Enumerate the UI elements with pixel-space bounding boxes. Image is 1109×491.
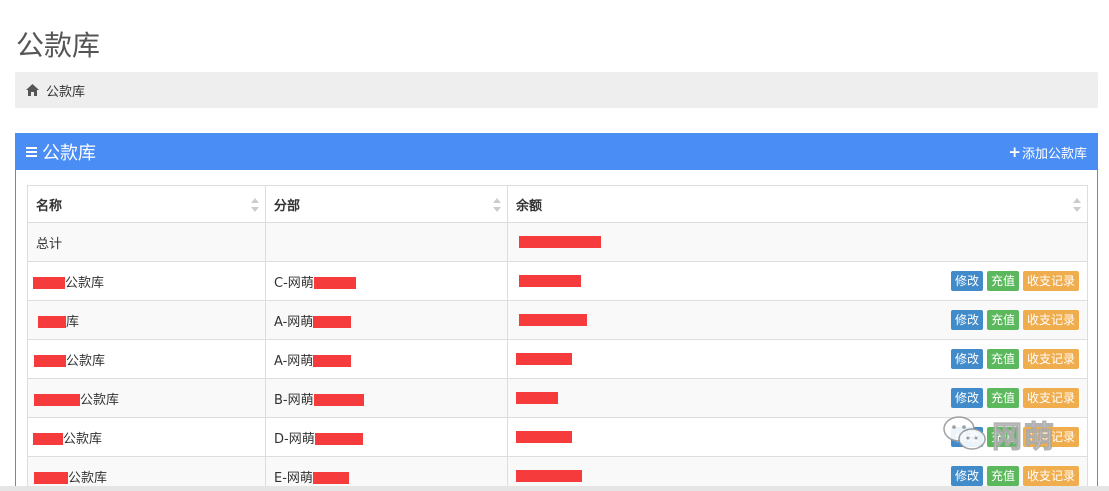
redaction	[519, 236, 601, 248]
redaction	[314, 433, 363, 445]
fund-name: 库	[27, 300, 266, 340]
menu-icon	[26, 147, 37, 157]
add-public-fund-label: 添加公款库	[1021, 146, 1087, 162]
fund-branch: B-网萌	[265, 378, 508, 418]
table-row-total: 总计	[27, 222, 1088, 262]
record-button[interactable]: 收支记录	[1022, 466, 1079, 486]
table-row: 公款库 C-网萌 修改 充值 收支记录	[27, 261, 1088, 301]
record-button[interactable]: 收支记录	[1022, 388, 1079, 408]
fund-branch: A-网萌	[265, 300, 508, 340]
fund-branch: A-网萌	[265, 339, 508, 379]
panel-title-text: 公款库	[42, 143, 96, 164]
redaction	[516, 392, 558, 404]
record-button[interactable]: 收支记录	[1022, 349, 1079, 369]
public-fund-panel: 公款库 + 添加公款库 名称 分部 余额 总计 公款库 C-网萌 修改 充值 收…	[15, 133, 1098, 491]
add-public-fund-button[interactable]: + 添加公款库	[1008, 143, 1087, 162]
table-header-row: 名称 分部 余额	[27, 185, 1088, 223]
column-header-name[interactable]: 名称	[27, 185, 266, 223]
edit-button[interactable]: 修改	[950, 349, 983, 369]
table-row: 公款库 D-网萌 修改充值收支记录	[27, 417, 1088, 457]
redaction	[313, 316, 352, 328]
redaction	[33, 433, 63, 445]
sort-icon	[1073, 198, 1081, 212]
redaction	[38, 316, 66, 328]
redaction	[313, 277, 356, 289]
wechat-icon	[943, 416, 986, 450]
redaction	[34, 394, 80, 406]
charge-button[interactable]: 充值	[986, 466, 1019, 486]
charge-button[interactable]: 充值	[986, 271, 1019, 291]
redaction	[313, 355, 352, 367]
record-button[interactable]: 收支记录	[1022, 310, 1079, 330]
redaction	[313, 394, 364, 406]
charge-button[interactable]: 充值	[986, 349, 1019, 369]
fund-balance-cell: 修改充值收支记录	[507, 261, 1088, 301]
page-title: 公款库	[16, 29, 101, 62]
plus-icon: +	[1008, 143, 1021, 161]
column-header-balance[interactable]: 余额	[507, 185, 1088, 223]
total-label: 总计	[27, 222, 266, 262]
edit-button[interactable]: 修改	[950, 388, 983, 408]
fund-balance-cell: 修改充值收支记录	[507, 300, 1088, 340]
home-icon[interactable]	[26, 84, 39, 96]
redaction	[516, 470, 582, 482]
sort-icon	[493, 198, 501, 212]
fund-branch: C-网萌	[265, 261, 508, 301]
total-branch	[265, 222, 508, 262]
breadcrumb-item[interactable]: 公款库	[46, 81, 85, 100]
edit-button[interactable]: 修改	[950, 271, 983, 291]
table-row: 公款库 A-网萌 修改 充值 收支记录	[27, 339, 1088, 379]
sort-icon	[251, 198, 259, 212]
redaction	[33, 277, 65, 289]
column-header-branch[interactable]: 分部	[265, 185, 508, 223]
redaction	[516, 353, 572, 365]
watermark-text: 网萌	[992, 420, 1056, 456]
record-button[interactable]: 收支记录	[1022, 271, 1079, 291]
edit-button[interactable]: 修改	[950, 466, 983, 486]
edit-button[interactable]: 修改	[950, 310, 983, 330]
redaction	[34, 355, 66, 367]
fund-name: 公款库	[27, 417, 266, 457]
table-row: 库 A-网萌 修改 充值 收支记录	[27, 300, 1088, 340]
fund-name: 公款库	[27, 339, 266, 379]
panel-heading: 公款库 + 添加公款库	[16, 134, 1097, 170]
charge-button[interactable]: 充值	[986, 310, 1019, 330]
redaction	[519, 275, 581, 287]
total-balance	[507, 222, 1088, 262]
fund-name: 公款库	[27, 378, 266, 418]
redaction	[519, 314, 587, 326]
breadcrumb: 公款库	[15, 72, 1098, 108]
redaction	[312, 472, 349, 484]
panel-title: 公款库	[26, 139, 96, 165]
horizontal-scrollbar[interactable]	[0, 486, 1109, 491]
fund-branch: D-网萌	[265, 417, 508, 457]
redaction	[34, 472, 68, 484]
charge-button[interactable]: 充值	[986, 388, 1019, 408]
watermark: 网萌	[942, 412, 1056, 456]
fund-name: 公款库	[27, 261, 266, 301]
table-row: 公款库 B-网萌 修改 充值 收支记录	[27, 378, 1088, 418]
redaction	[516, 431, 572, 443]
fund-balance-cell: 修改充值收支记录	[507, 339, 1088, 379]
public-fund-table: 名称 分部 余额 总计 公款库 C-网萌 修改 充值 收支记录 库 A-网萌 修…	[27, 185, 1088, 491]
